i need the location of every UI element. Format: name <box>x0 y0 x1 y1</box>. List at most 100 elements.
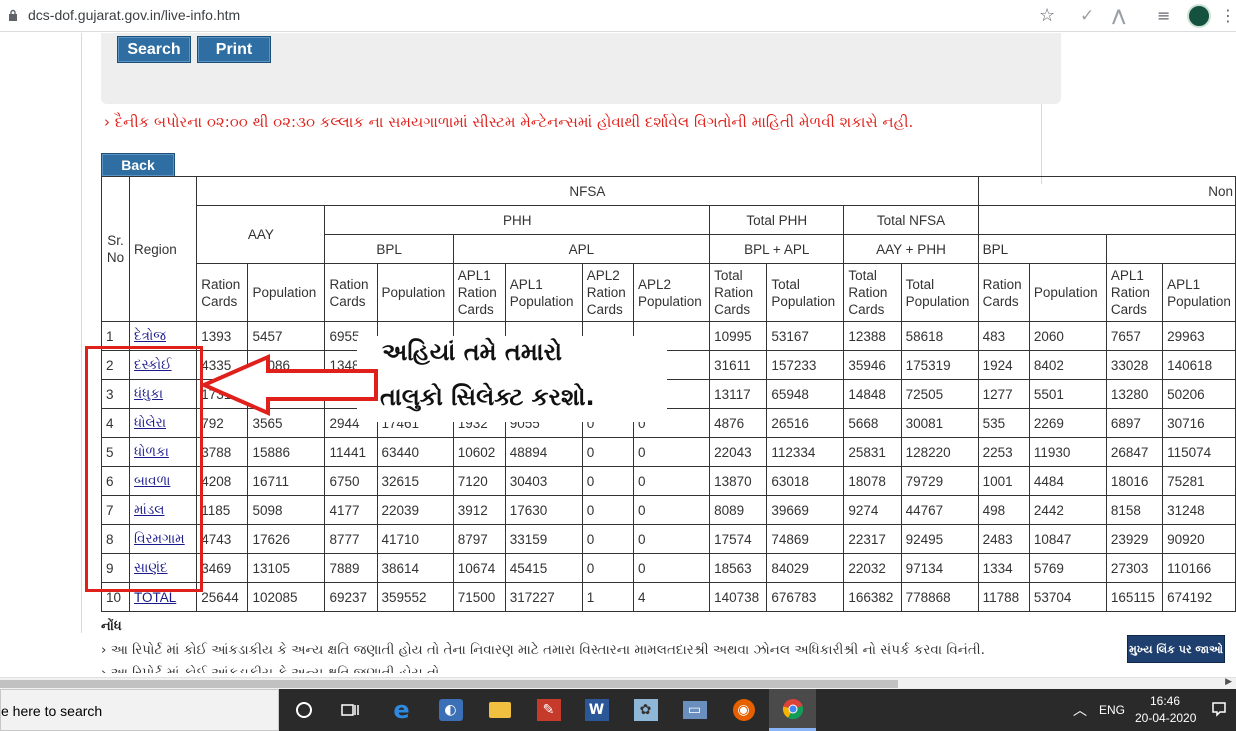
cortana-circle-icon <box>295 702 312 718</box>
reading-list-icon[interactable]: ≡ <box>1157 5 1179 27</box>
value-cell: 33028 <box>1105 350 1164 380</box>
taskbar-search-box[interactable]: e here to search <box>0 689 279 731</box>
value-cell: 10674 <box>452 553 506 583</box>
horizontal-scrollbar[interactable]: ▶ <box>0 677 1236 689</box>
value-cell: 26847 <box>1105 437 1164 467</box>
value-cell: 0 <box>581 437 634 467</box>
value-cell: 22317 <box>843 524 902 554</box>
value-cell: 6750 <box>324 466 378 496</box>
value-cell: 29963 <box>1162 321 1236 351</box>
callout-line-2: તાલુકો સિલેક્ટ કરશો. <box>380 383 595 411</box>
value-cell: 165115 <box>1105 582 1164 612</box>
table-row: 7 માંડલ 1185 5098 4177 22039 3912 17630 0 0 8089 39… <box>100 495 1236 525</box>
value-cell: 74869 <box>766 524 845 554</box>
column-header: APL2 Ration Cards <box>581 263 634 322</box>
region-link[interactable]: દેત્રોજ <box>134 328 166 343</box>
value-cell: 30716 <box>1162 408 1236 438</box>
value-cell: 778868 <box>900 582 979 612</box>
main-link-button[interactable]: મુખ્ય લિંક પર જાઓ <box>1127 635 1225 663</box>
value-cell: 18016 <box>1105 466 1164 496</box>
value-cell: 2060 <box>1028 321 1107 351</box>
firefox-button[interactable]: ◉ <box>720 689 767 731</box>
value-cell: 31611 <box>709 350 768 380</box>
value-cell: 32615 <box>376 466 454 496</box>
value-cell: 48894 <box>504 437 583 467</box>
url-text[interactable]: dcs-dof.gujarat.gov.in/live-info.htm <box>28 7 240 23</box>
media-app-button[interactable]: ◐ <box>427 689 474 731</box>
value-cell: 84029 <box>766 553 845 583</box>
column-header: Ration Cards <box>196 263 249 322</box>
table-row: 9 સાણંદ 3469 13105 7889 38614 10674 45415 0 0 1856… <box>100 553 1236 583</box>
paint-button[interactable]: ✿ <box>622 689 669 731</box>
value-cell: 4208 <box>196 466 249 496</box>
column-header: APL1 Population <box>504 263 583 322</box>
header-phh: PHH <box>324 205 711 235</box>
value-cell: 1185 <box>196 495 249 525</box>
value-cell: 92495 <box>900 524 979 554</box>
bookmark-star-icon[interactable]: ☆ <box>1039 5 1061 27</box>
cortana-button[interactable] <box>280 689 327 731</box>
value-cell: 5501 <box>1028 379 1107 409</box>
value-cell: 140618 <box>1162 350 1236 380</box>
value-cell: 11788 <box>977 582 1030 612</box>
column-header: Population <box>1028 263 1107 322</box>
word-icon: W <box>584 699 609 721</box>
tray-date[interactable]: 20-04-2020 <box>1135 711 1196 725</box>
scrollbar-thumb[interactable] <box>0 680 898 688</box>
column-header: APL1 Population <box>1162 263 1236 322</box>
note-text: › આ રિપોર્ટ માં કોઈ આંકડાકીય કે અન્ય ક્ષ… <box>101 642 985 658</box>
value-cell: 0 <box>632 495 711 525</box>
value-cell: 69237 <box>324 582 378 612</box>
value-cell: 2483 <box>977 524 1030 554</box>
extension-icon[interactable]: ⋀ <box>1112 5 1134 27</box>
value-cell: 63440 <box>376 437 454 467</box>
header-bpl-plus-apl: BPL + APL <box>709 234 845 264</box>
scroll-right-arrow-icon[interactable]: ▶ <box>1225 677 1232 687</box>
check-extension-icon[interactable]: ✓ <box>1080 5 1102 27</box>
print-button[interactable]: Print <box>197 36 271 63</box>
chrome-button[interactable] <box>769 689 816 731</box>
column-header: APL2 Population <box>632 263 711 322</box>
image-app-button[interactable]: ✎ <box>525 689 572 731</box>
notification-icon[interactable] <box>1211 701 1227 717</box>
value-cell: 7120 <box>452 466 506 496</box>
value-cell: 53704 <box>1028 582 1107 612</box>
value-cell: 18078 <box>843 466 902 496</box>
value-cell: 10847 <box>1028 524 1107 554</box>
profile-avatar[interactable] <box>1187 4 1211 28</box>
value-cell: 4177 <box>324 495 378 525</box>
search-button[interactable]: Search <box>117 36 191 63</box>
value-cell: 31248 <box>1162 495 1236 525</box>
value-cell: 71500 <box>452 582 506 612</box>
value-cell: 3469 <box>196 553 249 583</box>
value-cell: 17630 <box>504 495 583 525</box>
value-cell: 140738 <box>709 582 768 612</box>
header-nfsa: NFSA <box>196 176 979 206</box>
value-cell: 1001 <box>977 466 1030 496</box>
computer-button[interactable]: ▭ <box>671 689 718 731</box>
value-cell: 22032 <box>843 553 902 583</box>
menu-icon[interactable]: ⋮ <box>1220 5 1236 27</box>
tray-time[interactable]: 16:46 <box>1150 694 1180 708</box>
task-view-button[interactable] <box>327 689 374 731</box>
back-button[interactable]: Back <box>101 153 175 177</box>
value-cell: 25644 <box>196 582 249 612</box>
value-cell: 0 <box>581 495 634 525</box>
edge-button[interactable]: e <box>378 689 425 731</box>
computer-icon: ▭ <box>682 701 707 719</box>
value-cell: 115074 <box>1162 437 1236 467</box>
file-explorer-button[interactable] <box>476 689 523 731</box>
value-cell: 8089 <box>709 495 768 525</box>
header-apl: APL <box>452 234 711 264</box>
tray-language[interactable]: ENG <box>1099 703 1125 717</box>
value-cell: 0 <box>581 553 634 583</box>
column-header: Total Ration Cards <box>843 263 902 322</box>
table-row: 6 બાવળા 4208 16711 6750 32615 7120 30403 0 0 13870… <box>100 466 1236 496</box>
value-cell: 5668 <box>843 408 902 438</box>
column-header: Ration Cards <box>977 263 1030 322</box>
value-cell: 9274 <box>843 495 902 525</box>
value-cell: 53167 <box>766 321 845 351</box>
tray-chevron-up-icon[interactable]: ︿ <box>1073 700 1087 720</box>
word-button[interactable]: W <box>573 689 620 731</box>
value-cell: 17626 <box>247 524 326 554</box>
